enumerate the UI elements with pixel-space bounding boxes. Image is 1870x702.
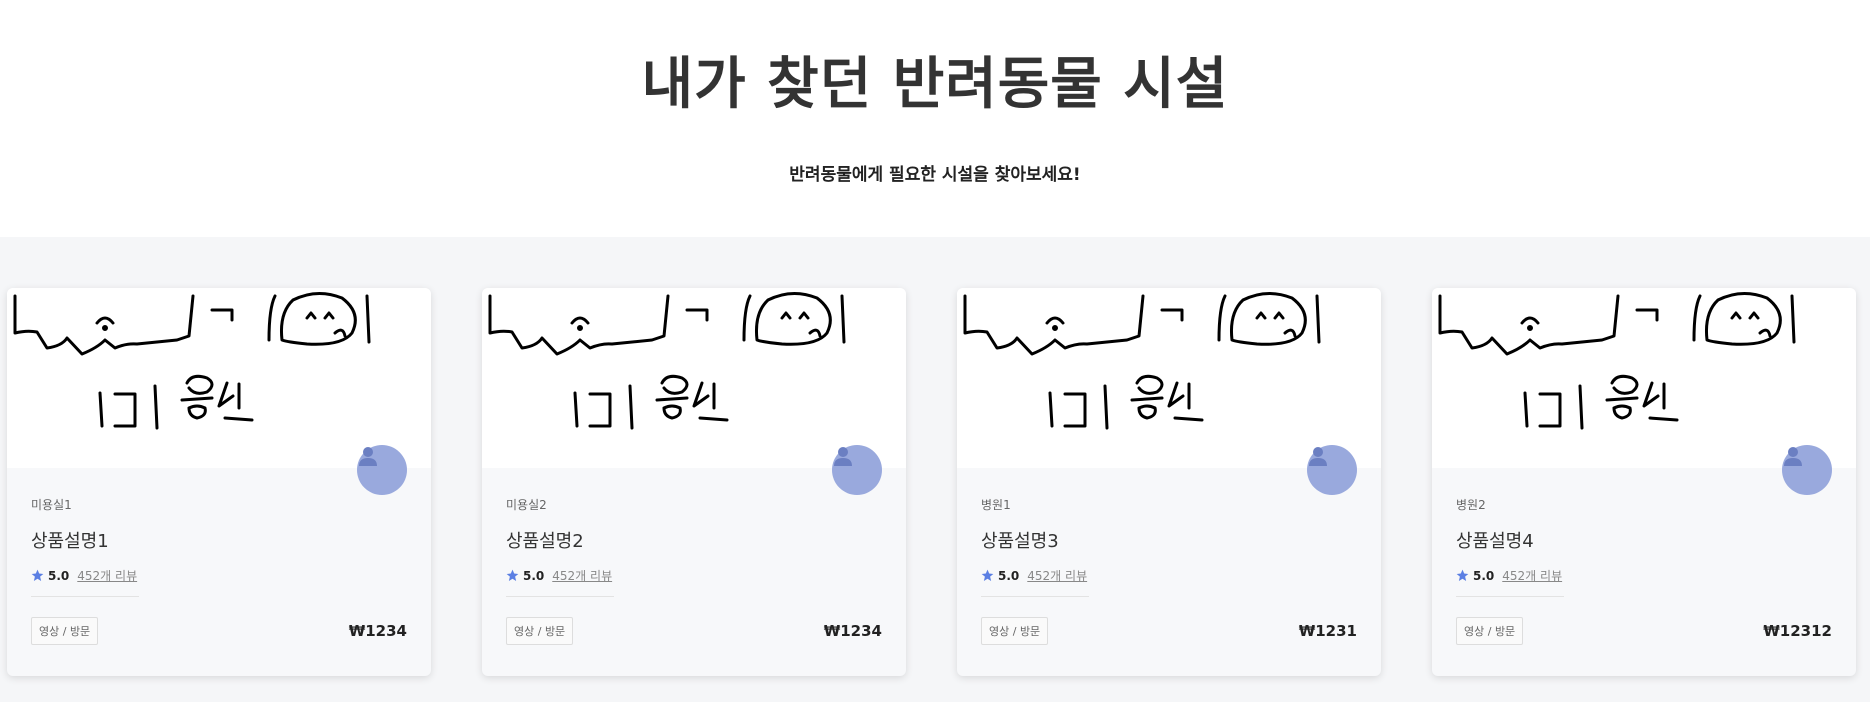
price: ₩1234 <box>348 622 407 640</box>
review-count-link[interactable]: 452개 리뷰 <box>1027 567 1087 584</box>
price: ₩12312 <box>1763 622 1832 640</box>
service-type-tag: 영상 / 방문 <box>1456 617 1524 645</box>
review-count-link[interactable]: 452개 리뷰 <box>1502 567 1562 584</box>
user-icon <box>359 447 377 466</box>
avatar[interactable] <box>1782 445 1832 495</box>
divider <box>31 596 139 597</box>
rating-row: 5.0 452개 리뷰 <box>981 567 1357 584</box>
service-type-tag: 영상 / 방문 <box>506 617 574 645</box>
star-icon <box>981 569 994 582</box>
user-icon <box>1784 447 1802 466</box>
service-type-tag: 영상 / 방문 <box>31 617 99 645</box>
card-title[interactable]: 상품설명3 <box>981 527 1357 553</box>
rating-row: 5.0 452개 리뷰 <box>506 567 882 584</box>
divider <box>1456 596 1564 597</box>
facility-card[interactable]: 병원2 상품설명4 5.0 452개 리뷰 영상 / 방문 ₩12312 <box>1432 288 1856 676</box>
user-icon <box>1309 447 1327 466</box>
rating-score: 5.0 <box>523 568 545 583</box>
facility-card[interactable]: 미용실2 상품설명2 5.0 452개 리뷰 영상 / 방문 ₩1234 <box>482 288 906 676</box>
hand-drawn-groomer-image <box>488 292 846 430</box>
page-title: 내가 찾던 반려동물 시설 <box>641 52 1229 117</box>
card-thumbnail <box>957 288 1381 495</box>
price: ₩1234 <box>823 622 882 640</box>
rating-score: 5.0 <box>48 568 70 583</box>
review-count-link[interactable]: 452개 리뷰 <box>552 567 612 584</box>
divider <box>981 596 1089 597</box>
hero-section: 내가 찾던 반려동물 시설 반려동물에게 필요한 시설을 찾아보세요! <box>0 0 1870 237</box>
page-subtitle: 반려동물에게 필요한 시설을 찾아보세요! <box>789 165 1081 185</box>
card-thumbnail <box>7 288 431 495</box>
card-title[interactable]: 상품설명2 <box>506 527 882 553</box>
facility-card[interactable]: 미용실1 상품설명1 5.0 452개 리뷰 영상 / 방문 ₩1234 <box>7 288 431 676</box>
avatar[interactable] <box>357 445 407 495</box>
card-category: 미용실2 <box>506 498 547 512</box>
divider <box>506 596 614 597</box>
star-icon <box>1456 569 1469 582</box>
card-thumbnail <box>482 288 906 495</box>
rating-row: 5.0 452개 리뷰 <box>31 567 407 584</box>
review-count-link[interactable]: 452개 리뷰 <box>77 567 137 584</box>
card-thumbnail <box>1432 288 1856 495</box>
star-icon <box>31 569 44 582</box>
card-category: 병원2 <box>1456 498 1486 512</box>
card-title[interactable]: 상품설명4 <box>1456 527 1832 553</box>
hand-drawn-groomer-image <box>963 292 1321 430</box>
card-category: 미용실1 <box>31 498 72 512</box>
hand-drawn-groomer-image <box>1438 292 1796 430</box>
service-type-tag: 영상 / 방문 <box>981 617 1049 645</box>
facility-card[interactable]: 병원1 상품설명3 5.0 452개 리뷰 영상 / 방문 ₩1231 <box>957 288 1381 676</box>
hand-drawn-groomer-image <box>13 292 371 430</box>
card-title[interactable]: 상품설명1 <box>31 527 407 553</box>
avatar[interactable] <box>1307 445 1357 495</box>
rating-score: 5.0 <box>998 568 1020 583</box>
rating-row: 5.0 452개 리뷰 <box>1456 567 1832 584</box>
avatar[interactable] <box>832 445 882 495</box>
user-icon <box>834 447 852 466</box>
star-icon <box>506 569 519 582</box>
rating-score: 5.0 <box>1473 568 1495 583</box>
facility-card-grid: 미용실1 상품설명1 5.0 452개 리뷰 영상 / 방문 ₩1234 미용실… <box>0 237 1870 702</box>
card-category: 병원1 <box>981 498 1011 512</box>
price: ₩1231 <box>1298 622 1357 640</box>
